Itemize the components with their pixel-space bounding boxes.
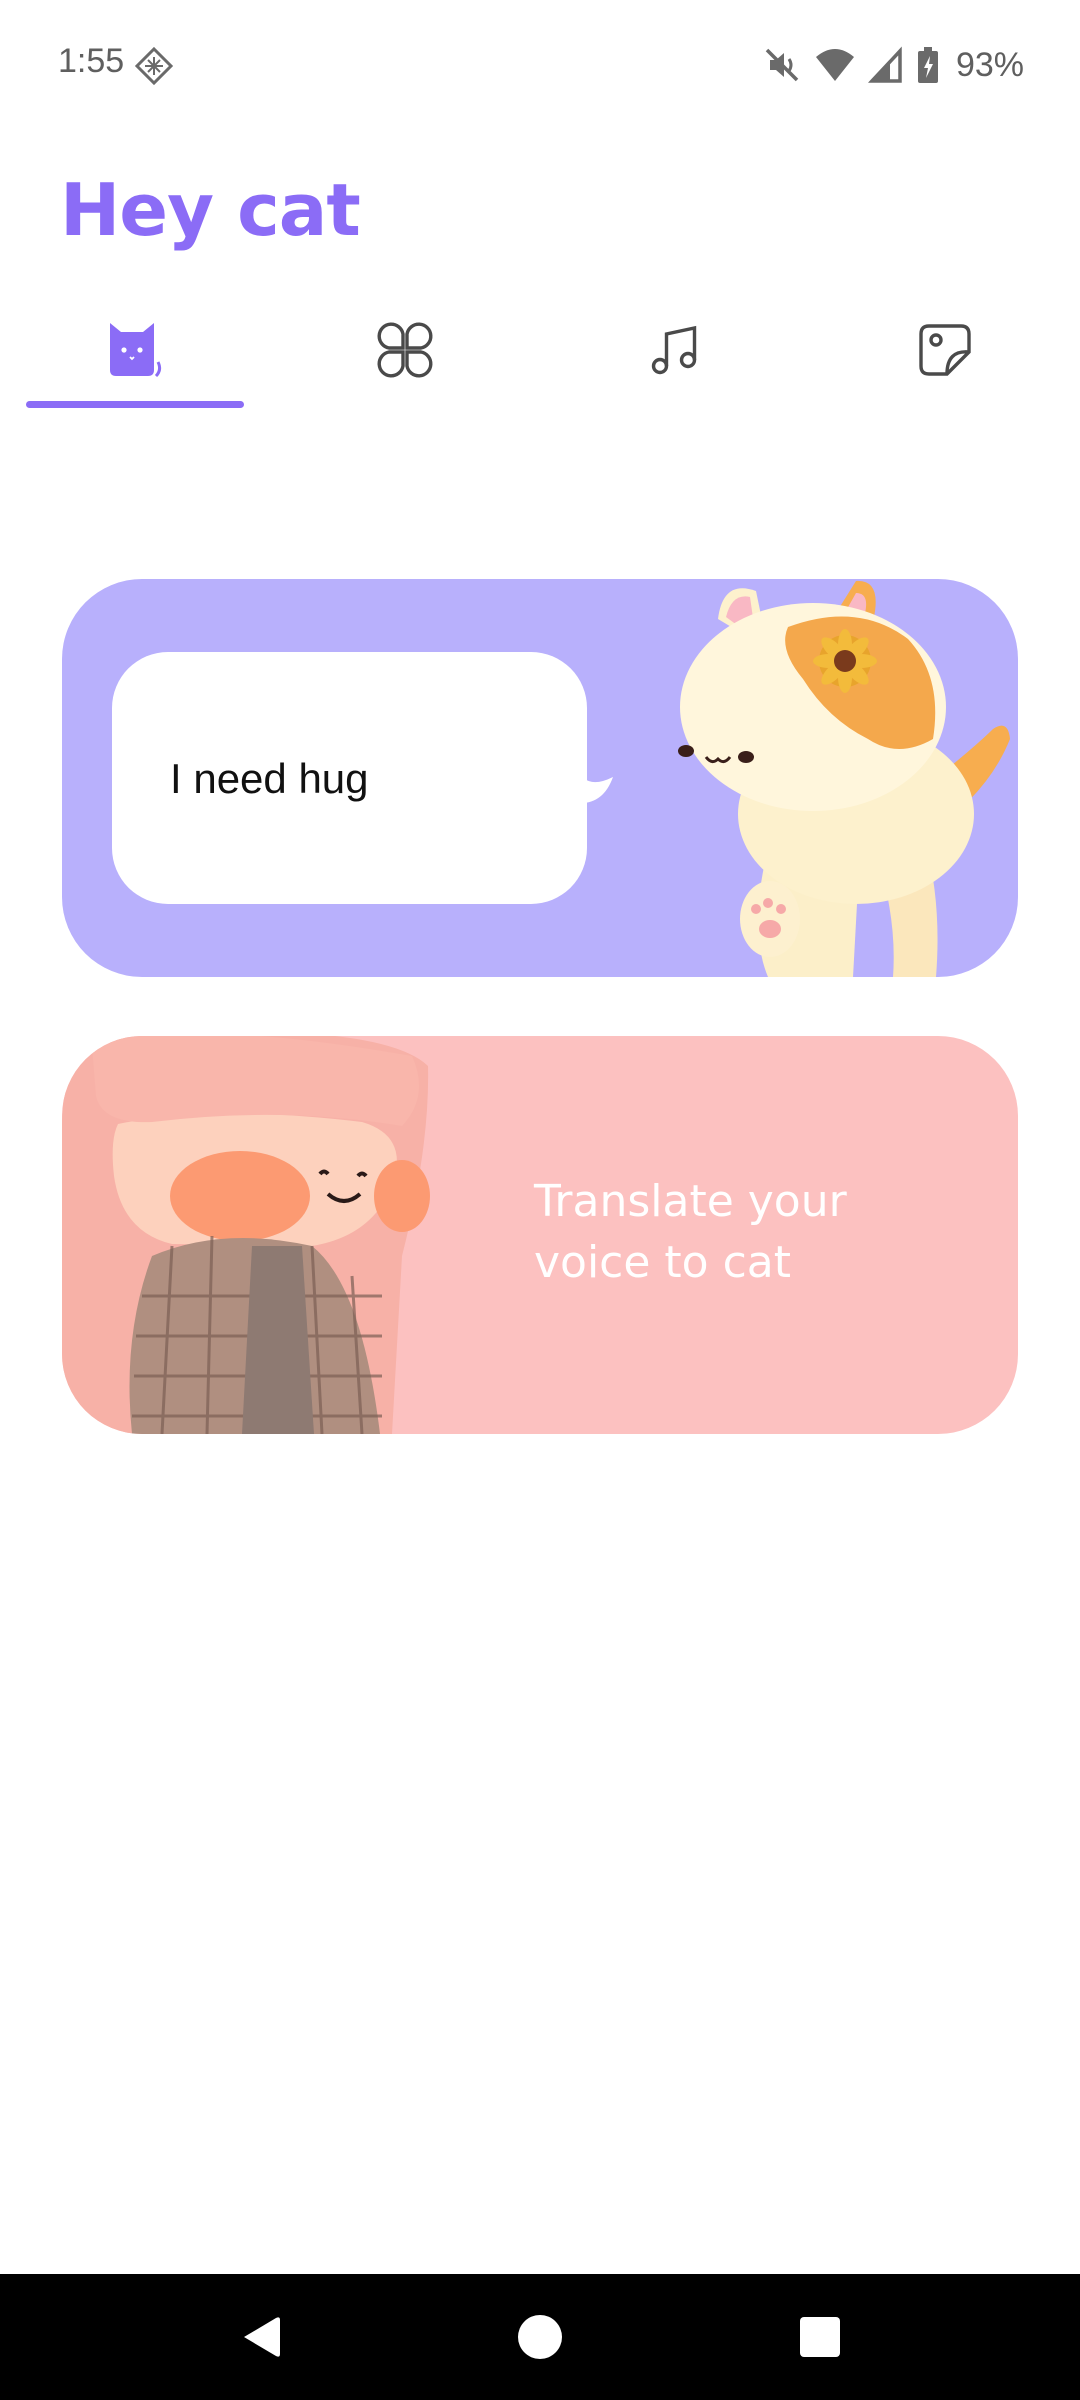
tab-bar: [0, 290, 1080, 410]
clover-icon: [377, 322, 433, 378]
sticker-icon: [919, 324, 971, 376]
speech-bubble-text: I need hug: [170, 755, 369, 802]
battery-charging-icon: [917, 47, 938, 83]
status-icons: 93%: [762, 40, 1024, 90]
status-time: 1:55: [58, 42, 125, 80]
home-icon: [518, 2315, 562, 2359]
cat-icon: [110, 323, 162, 378]
cat-illustration: [678, 580, 1010, 977]
recents-button[interactable]: [760, 2274, 880, 2400]
tab-clover[interactable]: [295, 290, 515, 410]
mute-icon: [765, 48, 799, 82]
translate-card[interactable]: Translate your voice to cat: [62, 1036, 1018, 1434]
page-title: Hey cat: [60, 168, 361, 252]
signal-icon: [867, 46, 902, 83]
translate-text-line2: voice to cat: [534, 1237, 791, 1288]
tab-music[interactable]: [565, 290, 785, 410]
navigation-bar: [0, 2274, 1080, 2400]
battery-percent: 93%: [955, 45, 1024, 84]
wifi-icon: [815, 49, 854, 81]
app-notification-icon: [134, 46, 174, 86]
back-icon: [244, 2317, 280, 2357]
translate-text-line1: Translate your: [534, 1176, 847, 1227]
girl-illustration: [62, 1036, 430, 1434]
tab-indicator: [26, 401, 244, 408]
translate-card-text: Translate your voice to cat: [534, 1171, 954, 1293]
tab-sticker[interactable]: [835, 290, 1055, 410]
back-button[interactable]: [200, 2274, 320, 2400]
recents-icon: [800, 2317, 840, 2357]
music-note-icon: [651, 325, 697, 375]
status-bar: 1:55 93%: [0, 0, 1080, 130]
tab-cat[interactable]: [25, 290, 245, 410]
hug-card[interactable]: I need hug: [62, 579, 1018, 977]
home-button[interactable]: [480, 2274, 600, 2400]
